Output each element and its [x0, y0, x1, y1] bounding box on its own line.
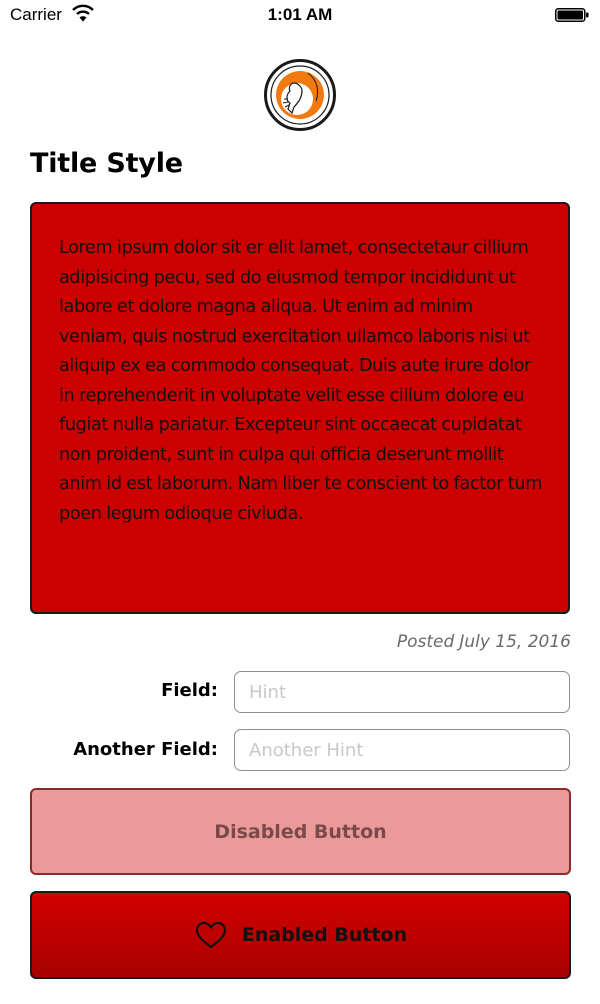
- heart-icon: [195, 921, 226, 949]
- enabled-button[interactable]: Enabled Button: [30, 891, 571, 979]
- disabled-button: Disabled Button: [30, 788, 571, 875]
- battery-icon: [555, 8, 589, 22]
- page-title: Title Style: [30, 148, 183, 179]
- field-label: Field:: [161, 680, 218, 701]
- logo-icon: [264, 59, 336, 131]
- another-field-input[interactable]: [234, 729, 570, 771]
- posted-date: Posted July 15, 2016: [397, 632, 571, 652]
- content-text: Lorem ipsum dolor sit er elit lamet, con…: [59, 238, 542, 524]
- posted-date-value: July 15, 2016: [459, 632, 571, 652]
- posted-label: Posted: [396, 632, 455, 652]
- another-field-label: Another Field:: [73, 739, 218, 760]
- disabled-button-label: Disabled Button: [214, 820, 387, 843]
- content-card: Lorem ipsum dolor sit er elit lamet, con…: [30, 202, 570, 614]
- field-input[interactable]: [234, 671, 570, 713]
- status-bar: Carrier 1:01 AM: [0, 0, 600, 30]
- enabled-button-label: Enabled Button: [241, 924, 408, 946]
- status-time: 1:01 AM: [267, 5, 333, 24]
